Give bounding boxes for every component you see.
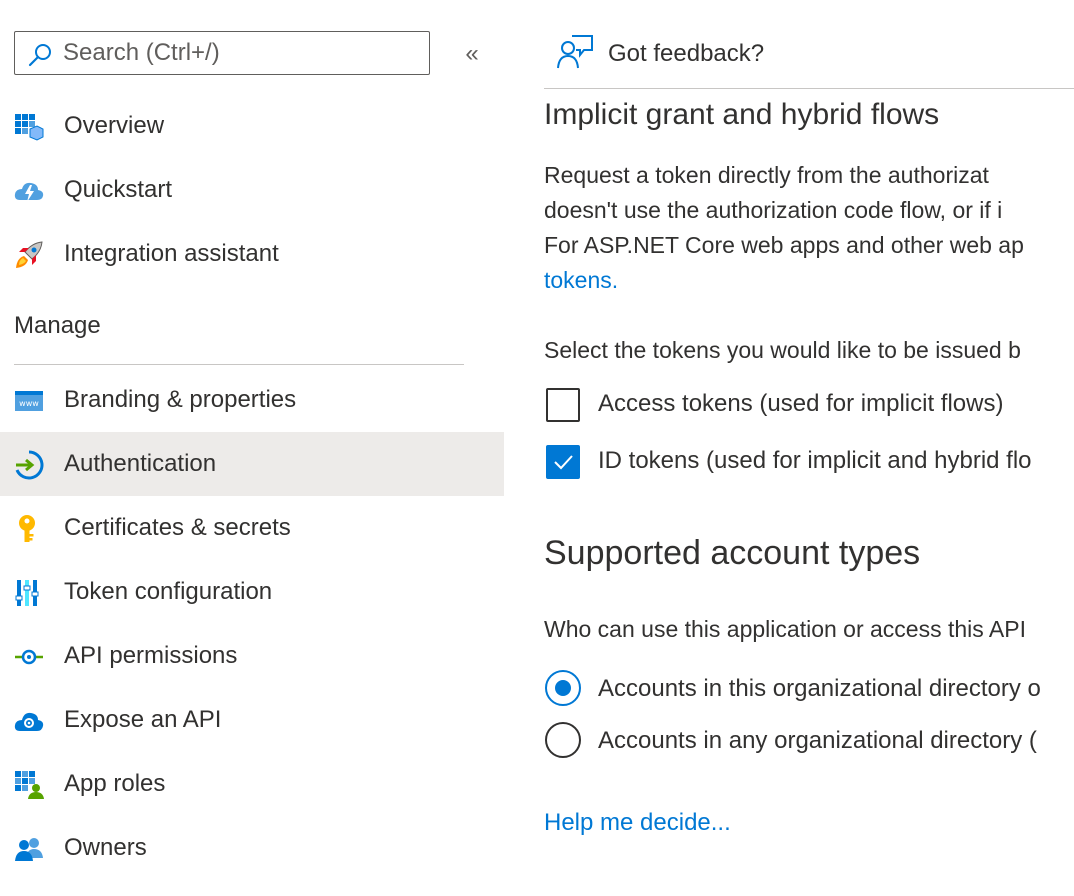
expose-api-icon [14, 712, 44, 731]
multi-tenant-label: Accounts in any organizational directory… [598, 727, 1037, 754]
select-tokens-prompt: Select the tokens you would like to be i… [544, 337, 1021, 363]
sidebar-item-expose-api[interactable]: Expose an API [0, 688, 504, 752]
sidebar-item-label: App roles [64, 770, 166, 797]
sidebar: « Overview Quickstart Integration assist… [0, 0, 504, 896]
sidebar-item-branding[interactable]: www Branding & properties [0, 368, 504, 432]
feedback-icon [557, 35, 593, 69]
checkmark-icon [554, 455, 573, 470]
sidebar-item-owners[interactable]: Owners [0, 816, 504, 880]
sidebar-item-api-permissions[interactable]: API permissions [0, 624, 504, 688]
sidebar-item-label: Certificates & secrets [64, 514, 291, 541]
main-content: Got feedback? Implicit grant and hybrid … [504, 0, 1074, 896]
api-permissions-icon [15, 649, 43, 665]
implicit-description-line-3: For ASP.NET Core web apps and other web … [544, 232, 1024, 258]
sidebar-item-overview[interactable]: Overview [0, 94, 504, 158]
svg-text:www: www [19, 399, 39, 408]
sidebar-item-label: Token configuration [64, 578, 273, 605]
sidebar-item-label: Quickstart [64, 176, 173, 203]
id-tokens-checkbox[interactable] [546, 445, 580, 479]
sidebar-item-authentication[interactable]: Authentication [0, 432, 504, 496]
multi-tenant-radio[interactable] [545, 722, 581, 758]
app-roles-icon [15, 771, 44, 799]
sidebar-item-label: Authentication [64, 450, 217, 477]
search-box[interactable] [14, 31, 430, 75]
implicit-grant-title: Implicit grant and hybrid flows [544, 98, 940, 131]
feedback-label: Got feedback? [608, 40, 765, 67]
sidebar-item-app-roles[interactable]: App roles [0, 752, 504, 816]
sidebar-item-label: Expose an API [64, 706, 222, 733]
sidebar-item-label: API permissions [64, 642, 238, 669]
header-divider [544, 88, 1074, 89]
access-tokens-checkbox[interactable] [546, 388, 580, 422]
overview-icon [15, 114, 44, 141]
account-types-question: Who can use this application or access t… [544, 616, 1026, 642]
owners-icon [15, 838, 43, 861]
single-tenant-label: Accounts in this organizational director… [598, 675, 1041, 702]
implicit-description-line-2: doesn't use the authorization code flow,… [544, 197, 1003, 223]
single-tenant-radio[interactable] [545, 670, 581, 706]
section-divider [14, 364, 464, 365]
sidebar-item-integration-assistant[interactable]: Integration assistant [0, 222, 504, 286]
collapse-sidebar-button[interactable]: « [458, 40, 486, 68]
radio-dot [555, 680, 571, 696]
sidebar-item-certificates[interactable]: Certificates & secrets [0, 496, 504, 560]
quickstart-icon [14, 182, 44, 202]
help-me-decide-link[interactable]: Help me decide... [544, 805, 731, 840]
search-input[interactable] [63, 32, 423, 74]
authentication-icon [15, 450, 44, 480]
tokens-link[interactable]: tokens. [544, 263, 618, 298]
implicit-description-line-1: Request a token directly from the author… [544, 162, 989, 188]
branding-icon: www [15, 391, 43, 411]
rocket-icon [16, 241, 43, 268]
sidebar-item-label: Integration assistant [64, 240, 279, 267]
account-types-title: Supported account types [544, 534, 921, 572]
id-tokens-label: ID tokens (used for implicit and hybrid … [598, 447, 1032, 474]
access-tokens-label: Access tokens (used for implicit flows) [598, 390, 1004, 417]
sidebar-item-label: Owners [64, 834, 147, 861]
sidebar-item-quickstart[interactable]: Quickstart [0, 158, 504, 222]
manage-section-header: Manage [14, 312, 101, 339]
token-config-icon [15, 580, 39, 606]
sidebar-item-label: Branding & properties [64, 386, 297, 413]
sidebar-item-token-configuration[interactable]: Token configuration [0, 560, 504, 624]
key-icon [19, 515, 35, 542]
search-icon [28, 44, 51, 67]
sidebar-item-label: Overview [64, 112, 165, 139]
